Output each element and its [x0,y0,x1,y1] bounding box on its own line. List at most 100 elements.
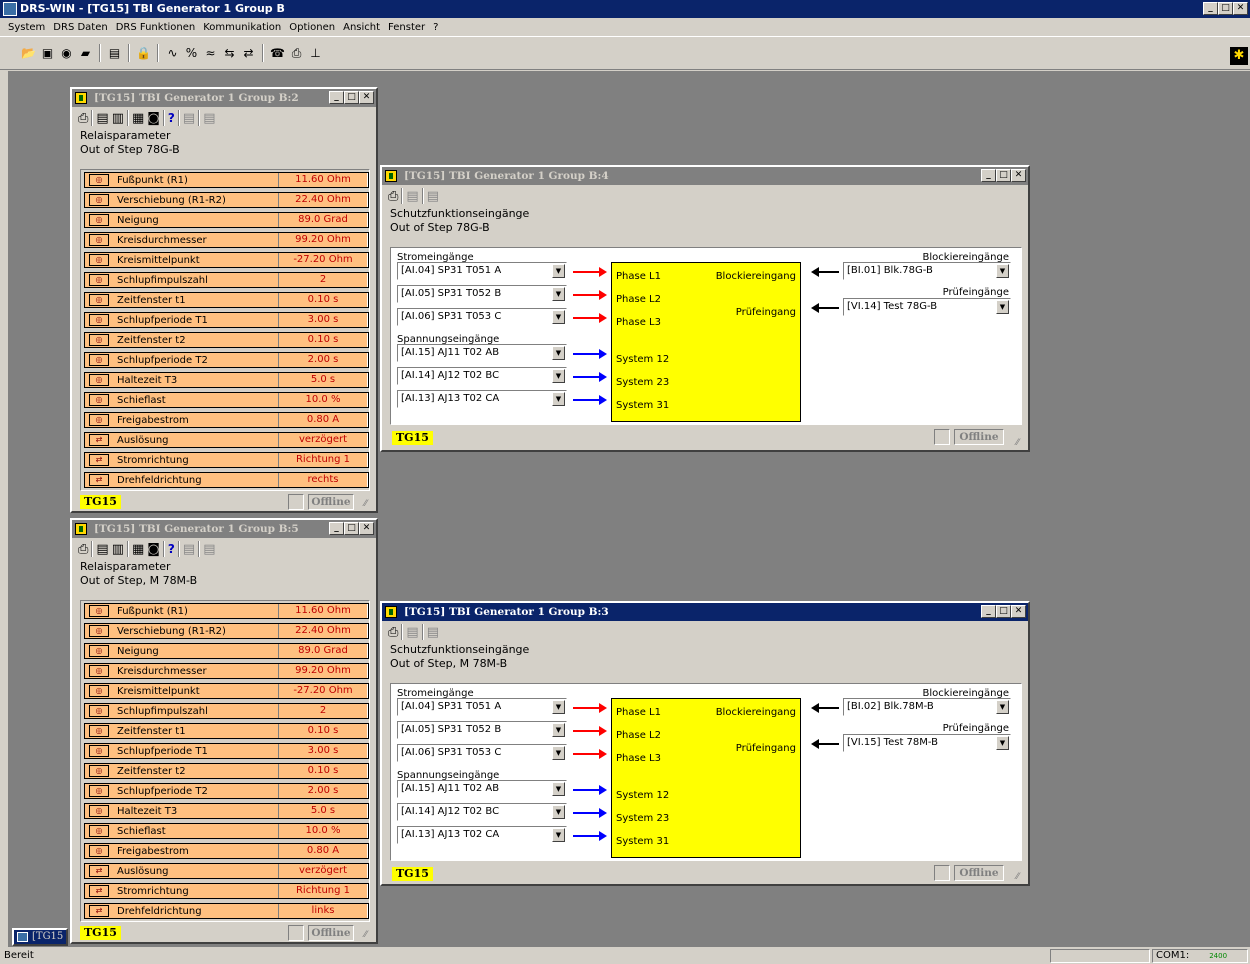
param-value[interactable]: 2 [278,704,368,718]
param-row[interactable]: ◎ Zeitfenster t2 0.10 s [84,763,369,779]
param-value[interactable]: 5.0 s [278,373,368,387]
param-value[interactable]: -27.20 Ohm [278,684,368,698]
current-input-select[interactable]: [AI.06] SP31 T053 C ▼ [397,308,567,326]
load-icon[interactable]: ▤ [96,542,108,557]
param-row[interactable]: ◎ Verschiebung (R1-R2) 22.40 Ohm [84,192,369,208]
param-value[interactable]: 0.80 A [278,844,368,858]
menu-drsfunktionen[interactable]: DRS Funktionen [112,22,200,33]
menu-ansicht[interactable]: Ansicht [339,22,384,33]
minimize-button[interactable]: _ [329,522,344,535]
menu-system[interactable]: System [4,22,49,33]
import-icon[interactable]: ▤ [427,189,439,204]
export-icon[interactable]: ▤ [406,189,418,204]
param-row[interactable]: ◎ Fußpunkt (R1) 11.60 Ohm [84,603,369,619]
voltage-input-select[interactable]: [AI.13] AJ13 T02 CA ▼ [397,390,567,408]
param-value[interactable]: 89.0 Grad [278,644,368,658]
menu-fenster[interactable]: Fenster [384,22,429,33]
param-value[interactable]: 0.10 s [278,333,368,347]
export-icon[interactable]: ▤ [183,111,195,126]
current-input-select[interactable]: [AI.04] SP31 T051 A ▼ [397,698,567,716]
resize-grip[interactable]: ⁄⁄ [364,930,374,940]
folder-icon[interactable]: ▰ [77,45,94,62]
param-value[interactable]: 11.60 Ohm [278,173,368,187]
param-value[interactable]: 0.10 s [278,293,368,307]
window-titlebar[interactable]: [TG15] TBI Generator 1 Group B:3 _ □ ✕ [382,603,1028,621]
test-input-select[interactable]: [VI.15] Test 78M-B ▼ [843,734,1011,752]
print-icon[interactable]: ⎙ [78,111,88,126]
device-icon[interactable]: ✱ [1230,47,1248,65]
close-button[interactable]: ✕ [1011,605,1026,618]
save-icon[interactable]: ▣ [39,45,56,62]
percent-icon[interactable]: % [183,45,200,62]
camera-icon[interactable]: ◙ [147,111,160,126]
minimize-button[interactable]: _ [329,91,344,104]
param-row[interactable]: ◎ Zeitfenster t1 0.10 s [84,292,369,308]
maximize-button[interactable]: □ [344,91,359,104]
param-row[interactable]: ◎ Freigabestrom 0.80 A [84,843,369,859]
menu-kommunikation[interactable]: Kommunikation [199,22,285,33]
db-icon[interactable]: ◉ [58,45,75,62]
config-icon[interactable]: ▤ [106,45,123,62]
param-row[interactable]: ◎ Verschiebung (R1-R2) 22.40 Ohm [84,623,369,639]
param-row[interactable]: ◎ Haltezeit T3 5.0 s [84,803,369,819]
param-row[interactable]: ◎ Kreisdurchmesser 99.20 Ohm [84,232,369,248]
export-icon[interactable]: ▤ [406,625,418,640]
camera-icon[interactable]: ◙ [147,542,160,557]
block-input-select[interactable]: [BI.02] Blk.78M-B ▼ [843,698,1011,716]
param-value[interactable]: 11.60 Ohm [278,604,368,618]
store-icon[interactable]: ▥ [112,111,124,126]
param-row[interactable]: ◎ Schlupfperiode T2 2.00 s [84,352,369,368]
param-row[interactable]: ◎ Kreismittelpunkt -27.20 Ohm [84,252,369,268]
param-value[interactable]: 2.00 s [278,353,368,367]
param-value[interactable]: 22.40 Ohm [278,193,368,207]
help-icon[interactable]: ? [168,111,175,125]
probe-icon[interactable]: ⊥ [307,45,324,62]
param-row[interactable]: ◎ Freigabestrom 0.80 A [84,412,369,428]
import-icon[interactable]: ▤ [203,542,215,557]
close-button[interactable]: ✕ [359,522,374,535]
param-value[interactable]: 0.80 A [278,413,368,427]
minimize-button[interactable]: _ [981,605,996,618]
current-input-select[interactable]: [AI.05] SP31 T052 B ▼ [397,285,567,303]
param-value[interactable]: 5.0 s [278,804,368,818]
param-value[interactable]: 99.20 Ohm [278,233,368,247]
param-row[interactable]: ◎ Schlupfimpulszahl 2 [84,272,369,288]
wave-icon[interactable]: ≈ [202,45,219,62]
param-row[interactable]: ◎ Schieflast 10.0 % [84,823,369,839]
param-row[interactable]: ⇄ Stromrichtung Richtung 1 [84,883,369,899]
print-icon[interactable]: ⎙ [78,542,88,557]
param-row[interactable]: ◎ Schlupfimpulszahl 2 [84,703,369,719]
param-value[interactable]: 2.00 s [278,784,368,798]
param-value[interactable]: 10.0 % [278,393,368,407]
block-input-select[interactable]: [BI.01] Blk.78G-B ▼ [843,262,1011,280]
maximize-button[interactable]: □ [996,169,1011,182]
window-titlebar[interactable]: [TG15] TBI Generator 1 Group B:4 _ □ ✕ [382,167,1028,185]
param-row[interactable]: ⇄ Auslösung verzögert [84,432,369,448]
current-input-select[interactable]: [AI.05] SP31 T052 B ▼ [397,721,567,739]
load-icon[interactable]: ▤ [96,111,108,126]
param-value[interactable]: 89.0 Grad [278,213,368,227]
menu-optionen[interactable]: Optionen [285,22,339,33]
param-row[interactable]: ◎ Haltezeit T3 5.0 s [84,372,369,388]
param-value[interactable]: verzögert [278,864,368,878]
resize-grip[interactable]: ⁄⁄ [364,499,374,509]
voltage-input-select[interactable]: [AI.14] AJ12 T02 BC ▼ [397,367,567,385]
lock-icon[interactable]: 🔒 [135,45,152,62]
param-value[interactable]: 3.00 s [278,313,368,327]
param-row[interactable]: ⇄ Drehfeldrichtung links [84,903,369,919]
menu-[interactable]: ? [429,22,442,33]
param-value[interactable]: links [278,904,368,918]
param-row[interactable]: ◎ Kreismittelpunkt -27.20 Ohm [84,683,369,699]
export-icon[interactable]: ▤ [183,542,195,557]
close-button[interactable]: ✕ [1011,169,1026,182]
window-titlebar[interactable]: [TG15] TBI Generator 1 Group B:5 _ □ ✕ [72,520,376,538]
minimize-button[interactable]: _ [981,169,996,182]
param-row[interactable]: ◎ Kreisdurchmesser 99.20 Ohm [84,663,369,679]
param-row[interactable]: ◎ Schlupfperiode T2 2.00 s [84,783,369,799]
minimize-button[interactable]: _ [1203,2,1218,15]
close-button[interactable]: ✕ [1233,2,1248,15]
param-value[interactable]: verzögert [278,433,368,447]
open-icon[interactable]: 📂 [20,45,37,62]
picture-icon[interactable]: ▦ [132,111,144,126]
param-value[interactable]: Richtung 1 [278,453,368,467]
